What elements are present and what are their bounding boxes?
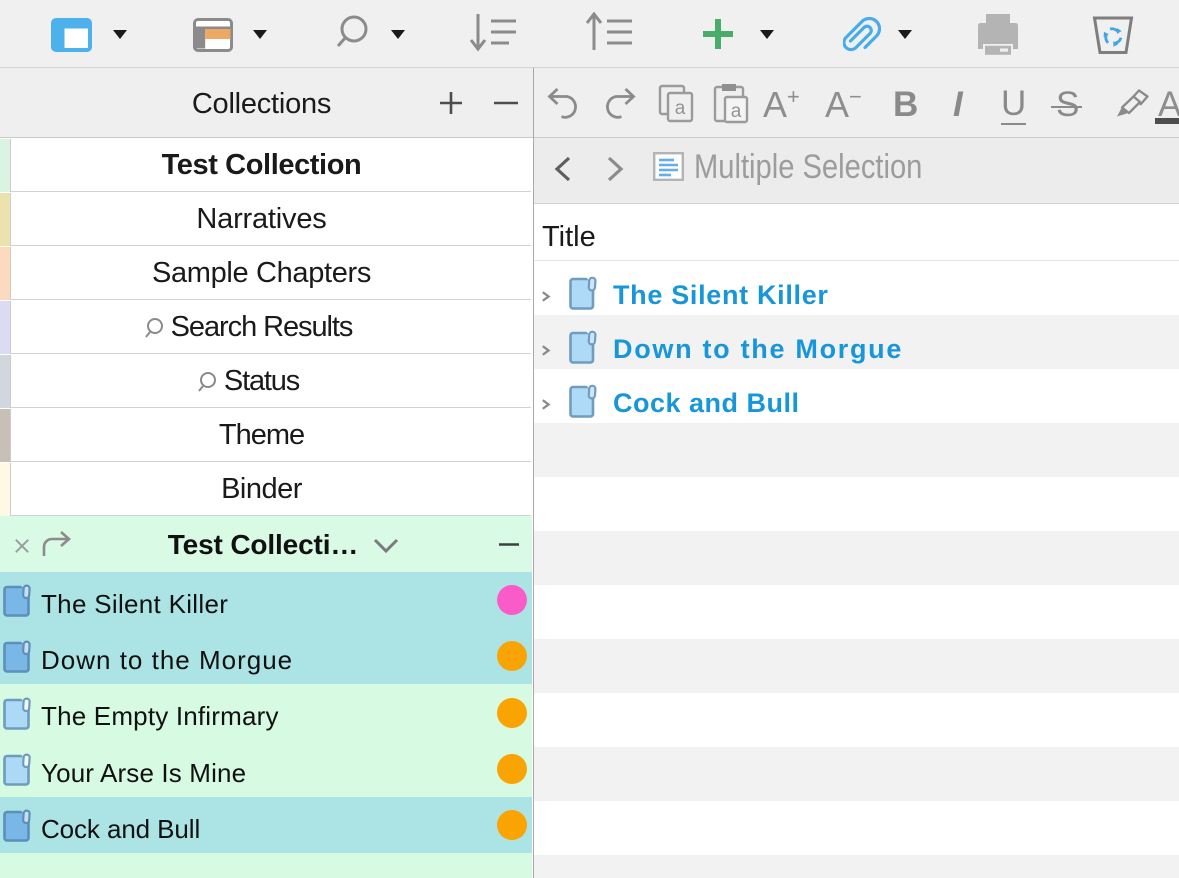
svg-text:a: a: [731, 101, 742, 122]
svg-text:a: a: [675, 98, 686, 119]
